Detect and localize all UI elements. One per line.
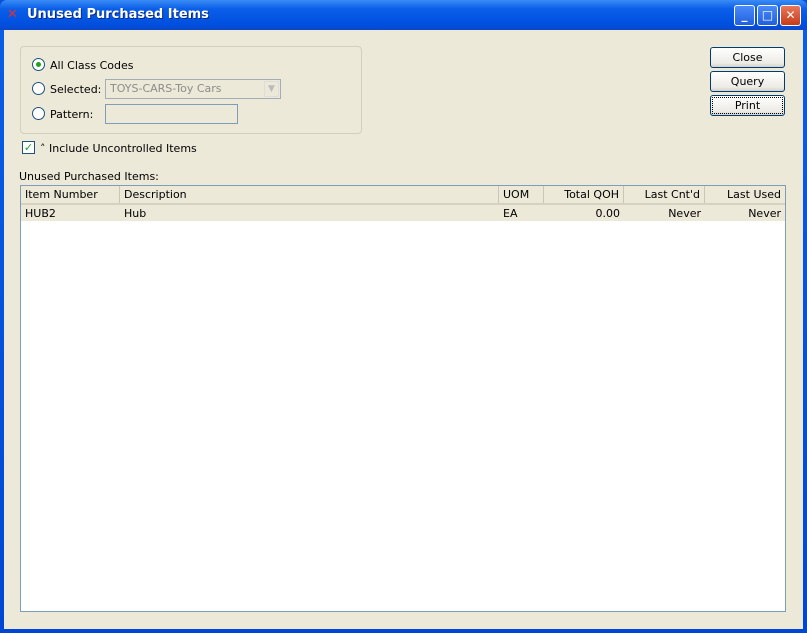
query-button[interactable]: Query [710,71,785,92]
cell-last-used: Never [748,207,781,220]
class-code-select[interactable]: TOYS-CARS-Toy Cars ▼ [105,79,281,99]
column-header-total-qoh[interactable]: Total QOH [544,186,624,203]
cell-total-qoh: 0.00 [595,207,621,220]
items-table[interactable]: Item Number Description UOM Total QOH La… [20,185,786,612]
maximize-button[interactable]: □ [757,5,778,26]
column-header-last-used[interactable]: Last Used [705,186,785,203]
column-header-description[interactable]: Description [120,186,499,203]
column-header-last-counted[interactable]: Last Cnt'd [624,186,705,203]
cell-last-counted: Never [668,207,701,220]
minimize-button[interactable]: _ [734,5,755,26]
client-area: All Class Codes Selected: TOYS-CARS-Toy … [4,30,803,629]
cell-uom: EA [503,207,518,220]
class-code-select-value: TOYS-CARS-Toy Cars [110,82,222,95]
table-header: Item Number Description UOM Total QOH La… [21,186,785,205]
title-bar[interactable]: ✕ Unused Purchased Items _ □ ✕ [0,0,807,30]
include-uncontrolled-label: ˄ Include Uncontrolled Items [40,142,197,155]
pattern-label: Pattern: [50,108,94,121]
close-window-button[interactable]: ✕ [780,5,801,26]
table-label: Unused Purchased Items: [19,170,159,183]
window: ✕ Unused Purchased Items _ □ ✕ All Class… [0,0,807,633]
print-button[interactable]: Print [710,95,785,116]
column-header-item-number[interactable]: Item Number [21,186,120,203]
window-title: Unused Purchased Items [27,7,209,22]
chevron-down-icon[interactable]: ▼ [264,81,279,97]
selected-label: Selected: [50,83,102,96]
close-button[interactable]: Close [710,47,785,68]
app-logo-icon: ✕ [7,7,18,22]
all-class-codes-label: All Class Codes [50,59,134,72]
pattern-input[interactable] [105,104,238,124]
all-class-codes-radio[interactable] [32,58,45,71]
pattern-radio[interactable] [32,107,45,120]
include-uncontrolled-text: Include Uncontrolled Items [49,142,197,155]
cell-description: Hub [124,207,147,220]
selected-radio[interactable] [32,82,45,95]
column-header-uom[interactable]: UOM [499,186,544,203]
cell-item-number: HUB2 [25,207,56,220]
include-uncontrolled-checkbox[interactable]: ✓ [22,141,35,154]
table-row[interactable]: HUB2 Hub EA 0.00 Never Never [21,205,785,221]
